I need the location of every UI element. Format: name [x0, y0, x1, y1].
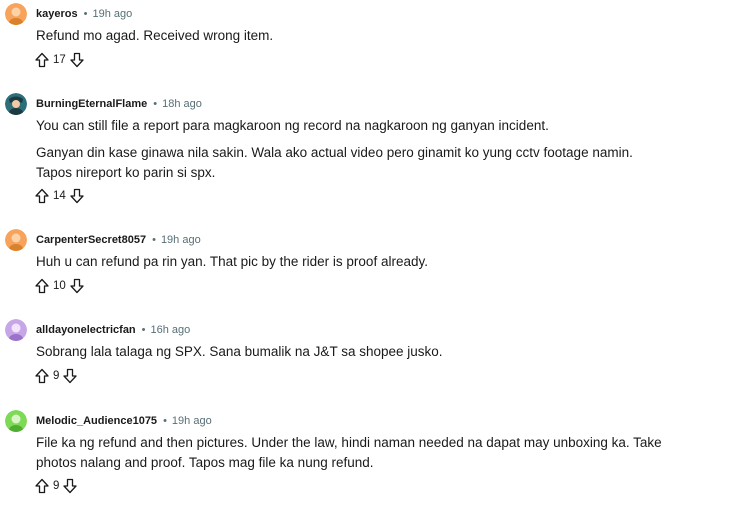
- upvote-arrow-icon[interactable]: [34, 52, 50, 68]
- comment-text: Refund mo agad. Received wrong item.: [36, 28, 274, 43]
- meta-separator: •: [152, 234, 156, 246]
- comment-author[interactable]: CarpenterSecret8057: [36, 234, 146, 246]
- comment-meta: Melodic_Audience1075 • 19h ago: [36, 414, 212, 428]
- comment-meta: kayeros • 19h ago: [36, 7, 132, 21]
- avatar[interactable]: [5, 3, 27, 25]
- vote-actions: 17: [34, 51, 85, 69]
- downvote-arrow-icon[interactable]: [62, 478, 78, 494]
- avatar-icon: [5, 410, 27, 432]
- vote-actions: 10: [34, 277, 85, 295]
- meta-separator: •: [153, 98, 158, 110]
- comment-timestamp[interactable]: 16h ago: [151, 324, 191, 336]
- comment-text: Sobrang lala talaga ng SPX. Sana bumalik…: [36, 344, 443, 359]
- comment-body: Sobrang lala talaga ng SPX. Sana bumalik…: [36, 342, 666, 369]
- comment-author[interactable]: Melodic_Audience1075: [36, 415, 157, 427]
- upvote-arrow-icon[interactable]: [34, 478, 50, 494]
- vote-actions: 9: [34, 477, 78, 495]
- avatar-icon: [5, 93, 27, 115]
- comment-timestamp[interactable]: 19h ago: [172, 415, 212, 427]
- comment-text: You can still file a report para magkaro…: [36, 118, 549, 133]
- comment-body: Refund mo agad. Received wrong item.: [36, 26, 666, 53]
- comment-meta: alldayonelectricfan • 16h ago: [36, 323, 190, 337]
- comment-body: Huh u can refund pa rin yan. That pic by…: [36, 252, 666, 279]
- downvote-arrow-icon[interactable]: [69, 188, 85, 204]
- vote-actions: 9: [34, 367, 78, 385]
- avatar-icon: [5, 319, 27, 341]
- comment-meta: CarpenterSecret8057 • 19h ago: [36, 233, 201, 247]
- avatar[interactable]: [5, 93, 27, 115]
- vote-count: 10: [53, 280, 66, 292]
- vote-count: 9: [53, 480, 60, 492]
- comment-author[interactable]: BurningEternalFlame: [36, 98, 147, 110]
- vote-count: 17: [53, 54, 66, 66]
- avatar[interactable]: [5, 319, 27, 341]
- avatar-icon: [5, 229, 27, 251]
- comment-author[interactable]: alldayonelectricfan: [36, 324, 136, 336]
- meta-separator: •: [83, 8, 88, 20]
- upvote-arrow-icon[interactable]: [34, 368, 50, 384]
- comment-body: You can still file a report para magkaro…: [36, 116, 666, 190]
- vote-count: 9: [53, 370, 60, 382]
- comment-timestamp[interactable]: 19h ago: [161, 234, 201, 246]
- avatar[interactable]: [5, 229, 27, 251]
- vote-count: 14: [53, 190, 66, 202]
- comment-meta: BurningEternalFlame • 18h ago: [36, 97, 202, 111]
- meta-separator: •: [141, 324, 146, 336]
- comment-author[interactable]: kayeros: [36, 8, 78, 20]
- comment-text: Ganyan din kase ginawa nila sakin. Wala …: [36, 145, 633, 180]
- downvote-arrow-icon[interactable]: [62, 368, 78, 384]
- downvote-arrow-icon[interactable]: [69, 278, 85, 294]
- avatar[interactable]: [5, 410, 27, 432]
- comment-text: Huh u can refund pa rin yan. That pic by…: [36, 254, 428, 269]
- comment-text: File ka ng refund and then pictures. Und…: [36, 435, 662, 470]
- vote-actions: 14: [34, 187, 85, 205]
- avatar-icon: [5, 3, 27, 25]
- meta-separator: •: [163, 415, 167, 427]
- comment-body: File ka ng refund and then pictures. Und…: [36, 433, 666, 480]
- downvote-arrow-icon[interactable]: [69, 52, 85, 68]
- comment-timestamp[interactable]: 18h ago: [162, 98, 202, 110]
- comment-timestamp[interactable]: 19h ago: [92, 8, 132, 20]
- upvote-arrow-icon[interactable]: [34, 188, 50, 204]
- upvote-arrow-icon[interactable]: [34, 278, 50, 294]
